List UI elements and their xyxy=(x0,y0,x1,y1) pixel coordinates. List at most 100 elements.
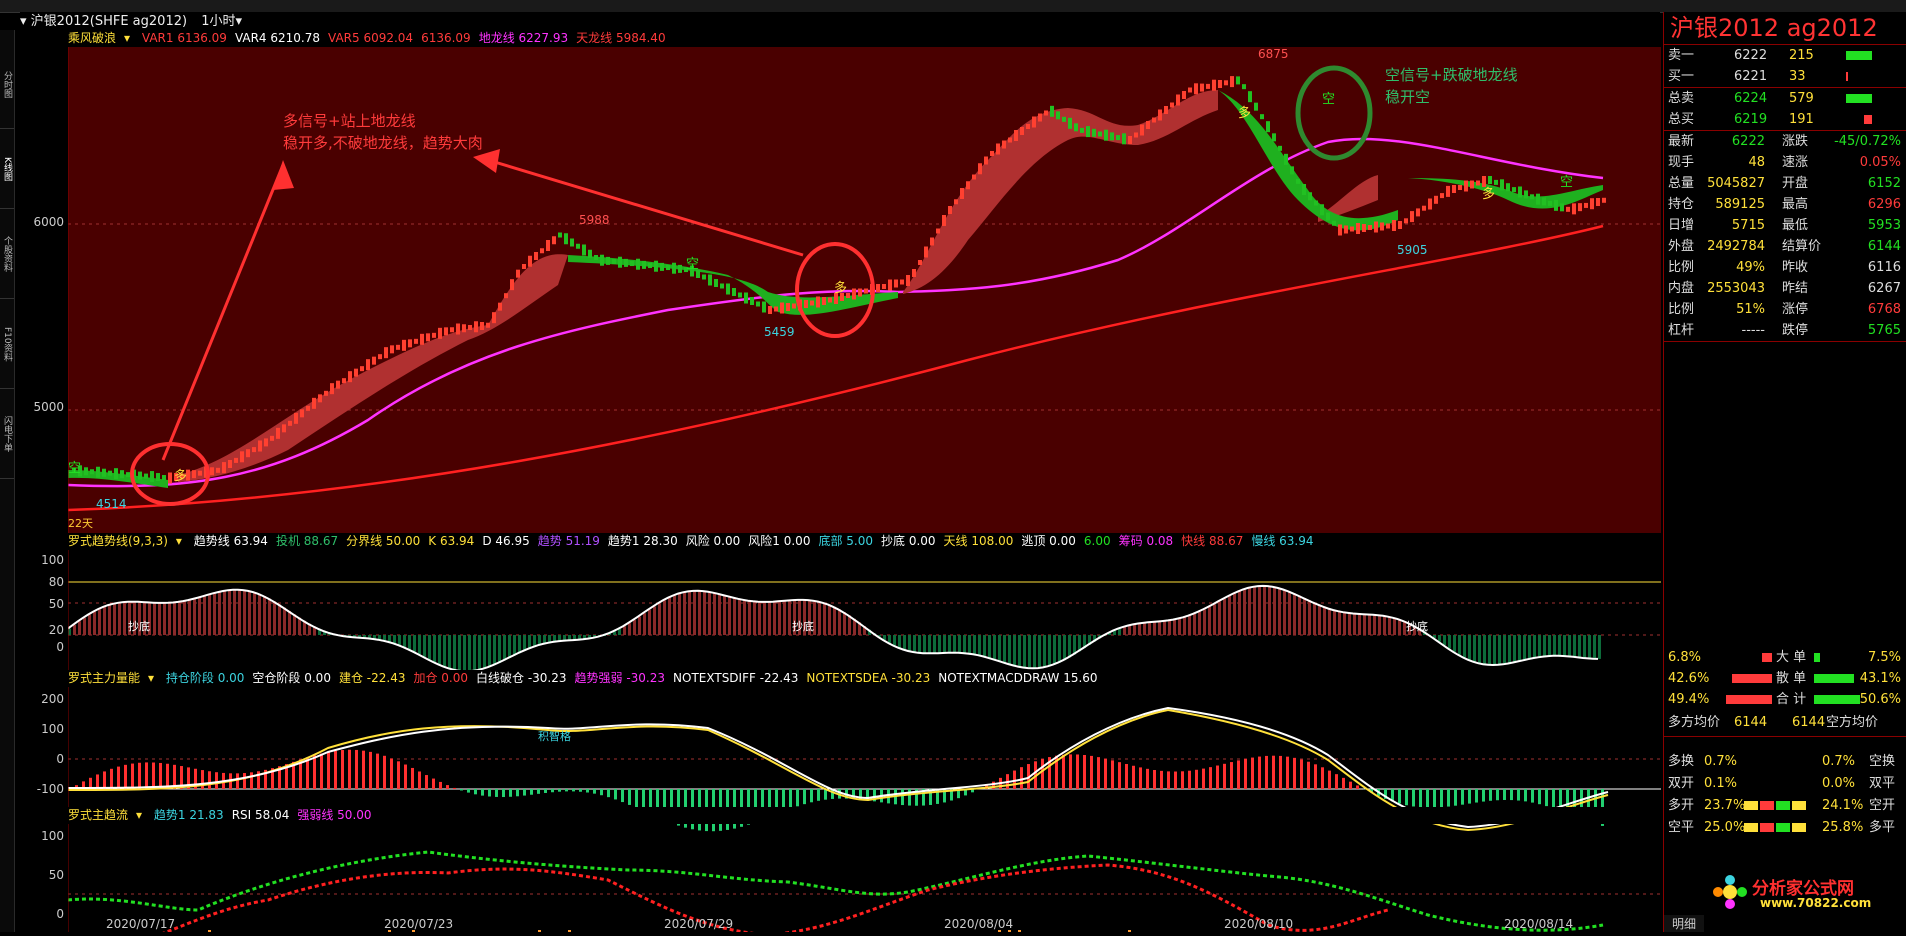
candle xyxy=(408,339,412,347)
stat-value: -45/0.72% xyxy=(1834,131,1901,152)
candle xyxy=(1512,187,1516,192)
macd-bar xyxy=(362,751,365,789)
macd-bar xyxy=(1132,766,1135,789)
ind1-bar xyxy=(1578,635,1581,657)
candle xyxy=(600,255,604,266)
macd-bar xyxy=(502,789,505,797)
tab-kline[interactable]: K线图 xyxy=(0,130,14,209)
candle xyxy=(654,261,658,272)
ind1-bar xyxy=(493,635,496,665)
indicator-value: 天线 108.00 xyxy=(944,534,1014,548)
candle xyxy=(732,288,736,296)
stat-value: 6116 xyxy=(1868,257,1901,278)
ind1-bar xyxy=(73,625,76,635)
candle xyxy=(984,157,988,165)
tab-quick-order[interactable]: 闪电下单 xyxy=(0,390,14,479)
ind1-bar xyxy=(1438,635,1441,642)
candle xyxy=(1284,154,1288,165)
ind1-bar xyxy=(268,598,271,635)
ind1-bar xyxy=(1028,635,1031,668)
ind1-bar xyxy=(458,635,461,671)
chart-area[interactable]: 多信号+站上地龙线 稳开多,不破地龙线，趋势大肉 空信号+跌破地龙线 稳开空 6… xyxy=(68,30,1661,932)
macd-bar xyxy=(1524,789,1527,801)
macd-bar xyxy=(572,789,575,791)
candle xyxy=(324,391,328,396)
candle xyxy=(396,345,400,350)
candle xyxy=(546,240,550,251)
macd-bar xyxy=(1139,767,1142,789)
candle xyxy=(1014,130,1018,141)
ind1-bar xyxy=(183,601,186,635)
left-tab-bar: 分时图 K线图 个股资料 F10资料 闪电下单 xyxy=(0,30,15,932)
ind1-bar xyxy=(1148,622,1151,635)
candle xyxy=(1458,185,1462,190)
macd-bar xyxy=(1433,789,1436,808)
candle xyxy=(1242,84,1246,89)
ind1-bar xyxy=(823,603,826,635)
ind1-bar xyxy=(938,635,941,653)
ind3-name[interactable]: 罗式主趋流▾ xyxy=(68,808,142,822)
candle xyxy=(918,260,922,265)
dropdown-icon[interactable]: ▾ xyxy=(20,14,31,29)
ind1-bar xyxy=(1333,610,1336,635)
main-indicator-name[interactable]: 乘风破浪▾ xyxy=(68,31,130,45)
macd-bar xyxy=(145,762,148,789)
candle xyxy=(102,469,106,477)
ind2-name[interactable]: 罗式主力量能▾ xyxy=(68,671,154,685)
macd-bar xyxy=(1398,789,1401,804)
macd-bar xyxy=(607,789,610,797)
macd-bar xyxy=(432,779,435,789)
candle xyxy=(432,333,436,338)
candle xyxy=(1470,181,1474,189)
y-tick: 5000 xyxy=(22,400,64,414)
candle xyxy=(1032,117,1036,128)
candle xyxy=(1338,225,1342,236)
macd-bar xyxy=(208,771,211,789)
stat-value: 589125 xyxy=(1715,194,1765,215)
ind1-bar xyxy=(1388,617,1391,635)
ind1-bar xyxy=(628,623,631,635)
ind1-bar xyxy=(393,635,396,643)
ind1-bar xyxy=(1178,619,1181,635)
macd-bar xyxy=(355,750,358,789)
macd-bar xyxy=(1230,762,1233,789)
candle xyxy=(270,436,274,441)
stat-label: 涨停 xyxy=(1782,299,1808,320)
candle xyxy=(198,471,202,476)
candle xyxy=(1122,133,1126,144)
candle xyxy=(1218,80,1222,88)
stat-label: 结算价 xyxy=(1782,236,1821,257)
macd-bar xyxy=(1412,789,1415,806)
position-row: 多换0.7%0.7%空换 xyxy=(1664,751,1906,773)
period-selector[interactable]: 1小时▾ xyxy=(201,14,242,29)
macd-bar xyxy=(635,789,638,808)
candle xyxy=(1296,179,1300,184)
ind1-bar xyxy=(408,635,411,649)
macd-bar xyxy=(138,763,141,789)
y-tick: 80 xyxy=(22,575,64,589)
indicator-value: 天龙线 5984.40 xyxy=(576,31,665,45)
ind1-bar xyxy=(983,635,986,656)
ind1-bar xyxy=(1338,611,1341,635)
candle xyxy=(1164,106,1168,114)
ind1-bar xyxy=(508,635,511,658)
ind2-bar: 罗式主力量能▾ 持仓阶段 0.00空仓阶段 0.00建仓 -22.43加仓 0.… xyxy=(68,670,1661,687)
indicator-value: 风险 0.00 xyxy=(686,534,741,548)
ind1-bar xyxy=(768,602,771,635)
candle xyxy=(1050,106,1054,117)
candle xyxy=(1452,185,1456,193)
ind1-bar xyxy=(843,612,846,635)
tab-f10[interactable]: F10资料 xyxy=(0,300,14,389)
candle xyxy=(276,428,280,439)
candle xyxy=(1038,114,1042,122)
candle xyxy=(1212,80,1216,91)
macd-bar xyxy=(1083,755,1086,789)
ind1-name[interactable]: 罗式趋势线(9,3,3)▾ xyxy=(68,534,182,548)
tab-profile[interactable]: 个股资料 xyxy=(0,210,14,299)
ind1-bar xyxy=(78,621,81,635)
ind1-bar xyxy=(283,608,286,635)
ind1-bar xyxy=(1138,624,1141,635)
tab-detail[interactable]: 明细 xyxy=(1664,915,1704,932)
tab-timeshare[interactable]: 分时图 xyxy=(0,40,14,129)
candle xyxy=(1482,176,1486,187)
